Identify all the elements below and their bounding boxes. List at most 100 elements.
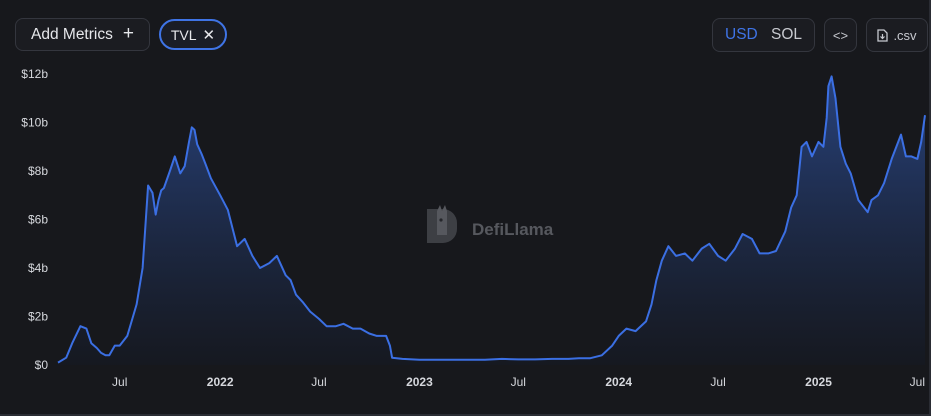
tvl-data-point: [795, 193, 799, 197]
tvl-data-point: [644, 319, 648, 323]
tvl-data-point: [783, 230, 787, 234]
y-tick-label: $6b: [28, 213, 48, 227]
tvl-data-point: [325, 324, 329, 328]
tvl-data-point: [834, 96, 838, 100]
tvl-data-point: [375, 334, 379, 338]
tvl-data-point: [187, 140, 191, 144]
tvl-data-point: [367, 332, 371, 336]
x-tick-label: 2022: [207, 375, 234, 389]
tvl-data-point: [157, 198, 161, 202]
tvl-data-point: [899, 133, 903, 137]
tvl-data-point: [674, 254, 678, 258]
tvl-data-point: [550, 357, 554, 361]
x-tick-label: Jul: [311, 375, 326, 389]
tvl-data-point: [707, 242, 711, 246]
tvl-data-point: [821, 145, 825, 149]
tvl-data-point: [866, 210, 870, 214]
tvl-data-point: [844, 162, 848, 166]
tvl-data-point: [104, 353, 108, 357]
tvl-data-point: [624, 327, 628, 331]
tvl-data-point: [359, 327, 363, 331]
tvl-data-point: [741, 232, 745, 236]
tvl-data-point: [384, 334, 388, 338]
tvl-data-point: [200, 152, 204, 156]
tvl-data-point: [226, 208, 230, 212]
tvl-data-point: [390, 356, 394, 360]
tvl-data-point: [135, 302, 139, 306]
tvl-data-point: [838, 145, 842, 149]
x-tick-label: 2023: [406, 375, 433, 389]
y-tick-label: $0: [35, 358, 49, 372]
tvl-data-point: [56, 361, 60, 365]
tvl-data-point: [650, 302, 654, 306]
tvl-data-point: [830, 74, 834, 78]
tvl-data-point: [805, 140, 809, 144]
watermark: DefiLlama: [427, 205, 554, 243]
tvl-data-point: [317, 317, 321, 321]
tvl-data-point: [154, 213, 158, 217]
x-tick-label: Jul: [511, 375, 526, 389]
tvl-data-point: [209, 176, 213, 180]
x-tick-label: Jul: [910, 375, 925, 389]
tvl-data-point: [716, 254, 720, 258]
tvl-data-point: [690, 259, 694, 263]
tvl-data-point: [342, 322, 346, 326]
tvl-data-point: [750, 237, 754, 241]
y-tick-label: $8b: [28, 164, 48, 178]
tvl-data-point: [567, 357, 571, 361]
tvl-data-point: [195, 142, 199, 146]
tvl-chart[interactable]: $0$2b$4b$6b$8b$10b$12b Jul 2022 Jul 2023 Jul…: [0, 0, 931, 416]
tvl-data-point: [882, 181, 886, 185]
tvl-data-point: [84, 327, 88, 331]
tvl-data-point: [301, 300, 305, 304]
tvl-data-point: [825, 116, 829, 120]
tvl-data-point: [118, 344, 122, 348]
tvl-data-point: [203, 162, 207, 166]
tvl-data-point: [178, 171, 182, 175]
tvl-data-point: [533, 357, 537, 361]
tvl-data-point: [904, 154, 908, 158]
tvl-data-point: [284, 273, 288, 277]
tvl-data-point: [500, 357, 504, 361]
tvl-data-point: [243, 237, 247, 241]
y-tick-label: $12b: [21, 67, 48, 81]
tvl-data-point: [334, 324, 338, 328]
tvl-data-point: [294, 293, 298, 297]
tvl-data-point: [218, 193, 222, 197]
tvl-data-point: [107, 353, 111, 357]
x-tick-label: Jul: [710, 375, 725, 389]
tvl-data-point: [923, 113, 927, 117]
tvl-data-point: [800, 145, 804, 149]
tvl-data-point: [634, 329, 638, 333]
tvl-data-point: [919, 140, 923, 144]
tvl-data-point: [724, 259, 728, 263]
tvl-data-point: [700, 247, 704, 251]
y-tick-label: $10b: [21, 116, 48, 130]
tvl-data-point: [915, 157, 919, 161]
x-tick-label: 2024: [605, 375, 632, 389]
y-tick-label: $2b: [28, 310, 48, 324]
tvl-data-point: [89, 341, 93, 345]
tvl-data-point: [125, 334, 129, 338]
tvl-data-point: [95, 346, 99, 350]
tvl-data-point: [193, 128, 197, 132]
tvl-data-point: [826, 84, 830, 88]
watermark-text: DefiLlama: [472, 220, 554, 239]
tvl-data-point: [483, 358, 487, 362]
tvl-data-point: [817, 140, 821, 144]
tvl-data-point: [683, 251, 687, 255]
tvl-data-point: [250, 254, 254, 258]
tvl-data-point: [183, 164, 187, 168]
tvl-data-point: [434, 358, 438, 362]
tvl-data-point: [666, 244, 670, 248]
tvl-data-point: [388, 344, 392, 348]
tvl-data-point: [810, 154, 814, 158]
tvl-data-point: [401, 357, 405, 361]
x-tick-label: 2025: [805, 375, 832, 389]
tvl-data-point: [890, 157, 894, 161]
tvl-data-point: [660, 259, 664, 263]
tvl-data-point: [733, 247, 737, 251]
tvl-data-point: [467, 358, 471, 362]
y-axis: $0 $2b $4b $6b $8b $10b $12b: [21, 67, 48, 372]
tvl-data-point: [275, 254, 279, 258]
